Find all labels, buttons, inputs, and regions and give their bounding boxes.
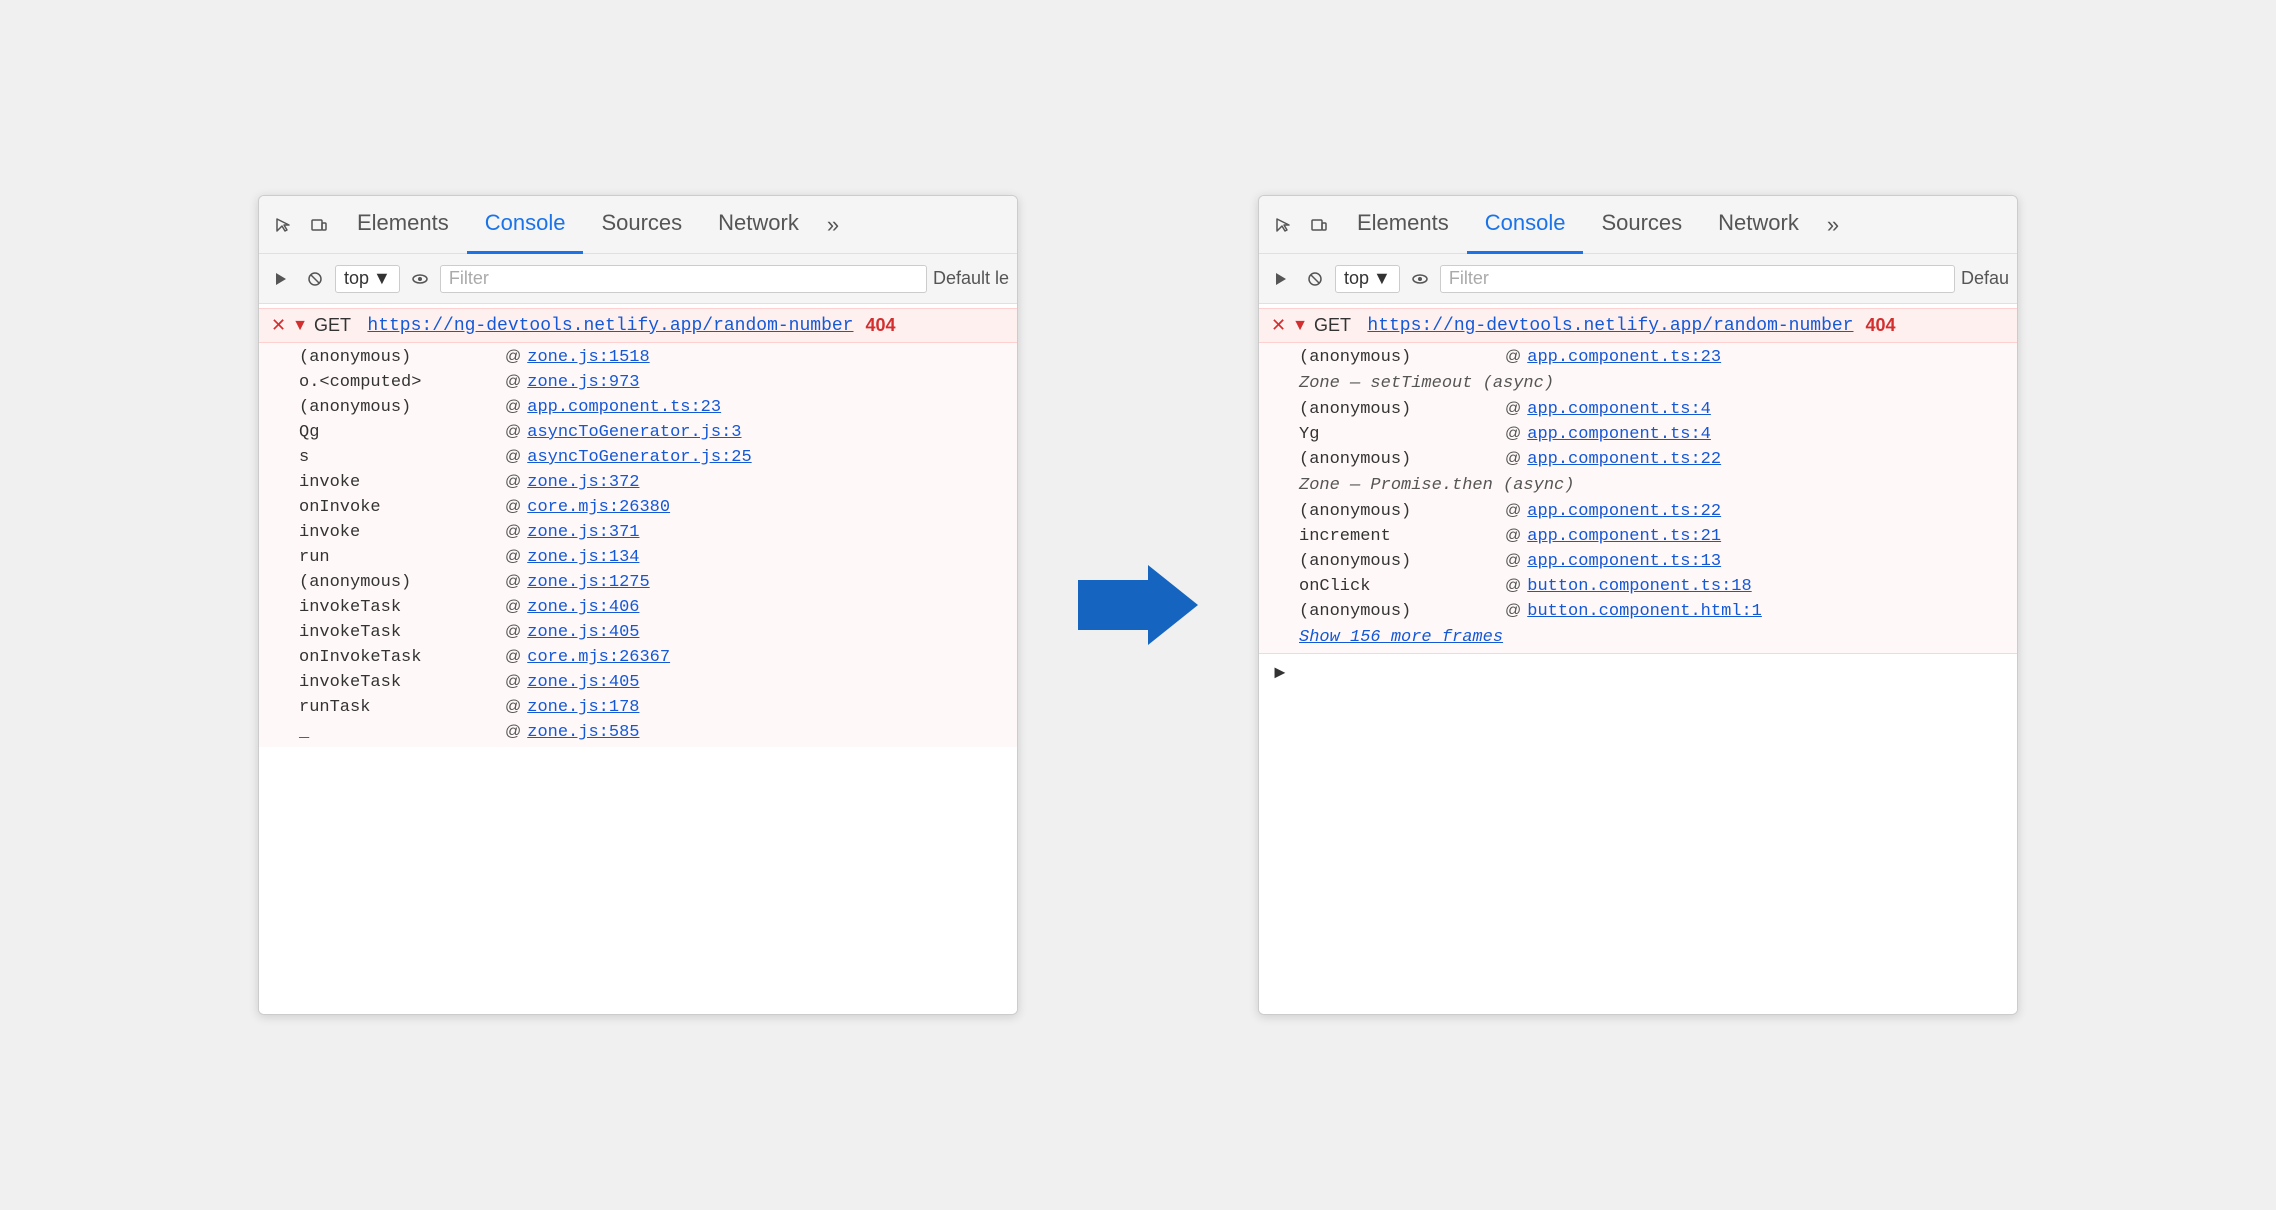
- table-row: (anonymous) @ app.component.ts:22: [1259, 447, 2017, 472]
- left-console-content: ✕ ▼ GET https://ng-devtools.netlify.app/…: [259, 304, 1017, 1014]
- right-error-method: GET: [1314, 315, 1351, 336]
- clear-console-icon-right[interactable]: [1301, 265, 1329, 293]
- right-error-row: ✕ ▼ GET https://ng-devtools.netlify.app/…: [1259, 308, 2017, 343]
- blue-arrow-icon: [1078, 565, 1198, 645]
- async-label-promise: Zone — Promise.then (async): [1259, 472, 2017, 499]
- table-row: (anonymous) @ app.component.ts:23: [259, 395, 1017, 420]
- filter-input-left[interactable]: [440, 265, 927, 293]
- table-row: run @ zone.js:134: [259, 545, 1017, 570]
- table-row: invokeTask @ zone.js:405: [259, 670, 1017, 695]
- tab-network-right[interactable]: Network: [1700, 196, 1817, 254]
- tab-more-left[interactable]: »: [817, 212, 849, 238]
- right-error-circle-icon: ✕: [1271, 315, 1286, 336]
- context-value-right: top: [1344, 268, 1369, 289]
- eye-icon-right[interactable]: [1406, 265, 1434, 293]
- table-row: runTask @ zone.js:178: [259, 695, 1017, 720]
- context-selector-right[interactable]: top ▼: [1335, 265, 1400, 293]
- run-script-icon[interactable]: [267, 265, 295, 293]
- table-row: invokeTask @ zone.js:405: [259, 620, 1017, 645]
- prompt-arrow-icon: ►: [1271, 662, 1289, 683]
- left-error-expand-icon[interactable]: ▼: [292, 317, 308, 335]
- right-toolbar: top ▼ Defau: [1259, 254, 2017, 304]
- right-tab-bar: Elements Console Sources Network »: [1259, 196, 2017, 254]
- inspect-icon[interactable]: [267, 209, 299, 241]
- table-row: (anonymous) @ app.component.ts:13: [1259, 549, 2017, 574]
- tab-console-left[interactable]: Console: [467, 196, 584, 254]
- tab-console-right[interactable]: Console: [1467, 196, 1584, 254]
- table-row: (anonymous) @ zone.js:1518: [259, 345, 1017, 370]
- table-row: Yg @ app.component.ts:4: [1259, 422, 2017, 447]
- table-row: onClick @ button.component.ts:18: [1259, 574, 2017, 599]
- run-script-icon-right[interactable]: [1267, 265, 1295, 293]
- table-row: s @ asyncToGenerator.js:25: [259, 445, 1017, 470]
- clear-console-icon[interactable]: [301, 265, 329, 293]
- table-row: (anonymous) @ app.component.ts:4: [1259, 397, 2017, 422]
- filter-input-right[interactable]: [1440, 265, 1955, 293]
- right-devtools-panel: Elements Console Sources Network » top ▼: [1258, 195, 2018, 1015]
- left-error-code: 404: [866, 315, 896, 336]
- left-devtools-panel: Elements Console Sources Network » top ▼: [258, 195, 1018, 1015]
- table-row: invoke @ zone.js:371: [259, 520, 1017, 545]
- right-error-url[interactable]: https://ng-devtools.netlify.app/random-n…: [1367, 316, 1853, 336]
- device-icon-right[interactable]: [1303, 209, 1335, 241]
- table-row: onInvoke @ core.mjs:26380: [259, 495, 1017, 520]
- async-label-settimeout: Zone — setTimeout (async): [1259, 370, 2017, 397]
- context-value-left: top: [344, 268, 369, 289]
- table-row: increment @ app.component.ts:21: [1259, 524, 2017, 549]
- table-row: Qg @ asyncToGenerator.js:3: [259, 420, 1017, 445]
- tab-network-left[interactable]: Network: [700, 196, 817, 254]
- table-row: _ @ zone.js:585: [259, 720, 1017, 745]
- context-dropdown-icon: ▼: [373, 268, 391, 289]
- table-row: (anonymous) @ zone.js:1275: [259, 570, 1017, 595]
- left-error-circle-icon: ✕: [271, 315, 286, 336]
- tab-elements-left[interactable]: Elements: [339, 196, 467, 254]
- device-icon[interactable]: [303, 209, 335, 241]
- left-error-method: GET: [314, 315, 351, 336]
- show-more-frames-link[interactable]: Show 156 more frames: [1259, 624, 2017, 651]
- transition-arrow: [1078, 565, 1198, 645]
- inspect-icon-right[interactable]: [1267, 209, 1299, 241]
- table-row: (anonymous) @ button.component.html:1: [1259, 599, 2017, 624]
- right-console-content: ✕ ▼ GET https://ng-devtools.netlify.app/…: [1259, 304, 2017, 1014]
- context-selector-left[interactable]: top ▼: [335, 265, 400, 293]
- right-console-prompt: ►: [1259, 653, 2017, 691]
- right-error-code: 404: [1866, 315, 1896, 336]
- left-error-row: ✕ ▼ GET https://ng-devtools.netlify.app/…: [259, 308, 1017, 343]
- table-row: invokeTask @ zone.js:406: [259, 595, 1017, 620]
- left-tab-bar: Elements Console Sources Network »: [259, 196, 1017, 254]
- tab-sources-left[interactable]: Sources: [583, 196, 700, 254]
- table-row: o.<computed> @ zone.js:973: [259, 370, 1017, 395]
- tab-sources-right[interactable]: Sources: [1583, 196, 1700, 254]
- left-toolbar: top ▼ Default le: [259, 254, 1017, 304]
- default-level-label-left: Default le: [933, 268, 1009, 289]
- right-stack-section: (anonymous) @ app.component.ts:23 Zone —…: [1259, 343, 2017, 653]
- tab-elements-right[interactable]: Elements: [1339, 196, 1467, 254]
- table-row: (anonymous) @ app.component.ts:22: [1259, 499, 2017, 524]
- left-error-url[interactable]: https://ng-devtools.netlify.app/random-n…: [367, 316, 853, 336]
- table-row: (anonymous) @ app.component.ts:23: [1259, 345, 2017, 370]
- default-level-label-right: Defau: [1961, 268, 2009, 289]
- table-row: onInvokeTask @ core.mjs:26367: [259, 645, 1017, 670]
- right-error-expand-icon[interactable]: ▼: [1292, 317, 1308, 335]
- eye-icon-left[interactable]: [406, 265, 434, 293]
- context-dropdown-icon-right: ▼: [1373, 268, 1391, 289]
- table-row: invoke @ zone.js:372: [259, 470, 1017, 495]
- tab-more-right[interactable]: »: [1817, 212, 1849, 238]
- left-stack-section: (anonymous) @ zone.js:1518 o.<computed> …: [259, 343, 1017, 747]
